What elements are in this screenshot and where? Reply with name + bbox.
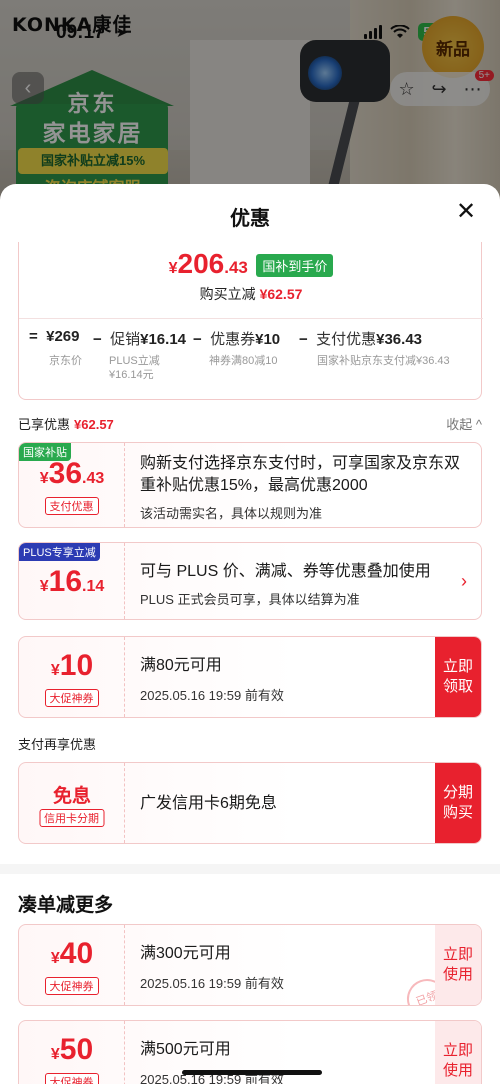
calc-value: ¥36.43 xyxy=(376,331,423,348)
card-pill: 支付优惠 xyxy=(44,497,99,515)
card-left: PLUS专享立减 ¥16.14 xyxy=(19,543,125,619)
amount-yen: ¥ xyxy=(50,662,60,679)
section-divider xyxy=(0,864,500,874)
calc-value: ¥10 xyxy=(255,331,281,348)
calc-label: 支付优惠 xyxy=(316,331,377,348)
enjoyed-amount: ¥62.57 xyxy=(74,417,114,432)
calc-op: = xyxy=(29,328,38,345)
card-amount: ¥50 xyxy=(19,1033,125,1067)
calc-pay: − 支付优惠¥36.43 xyxy=(299,328,422,349)
card-sub: PLUS 正式会员可享，具体以结算为准 xyxy=(140,592,360,607)
final-price-row: ¥206.43 国补到手价 xyxy=(19,248,483,280)
card-pill: 大促神券 xyxy=(44,977,99,995)
amount-dec: .14 xyxy=(82,578,105,595)
calc-op: − xyxy=(193,331,202,348)
installment-button[interactable]: 分期 购买 xyxy=(435,763,481,843)
enjoyed-label: 已享优惠 xyxy=(18,417,71,432)
card-amount: ¥16.14 xyxy=(19,565,125,599)
amount-int: 50 xyxy=(59,1033,94,1066)
plus-card[interactable]: PLUS专享立减 ¥16.14 可与 PLUS 价、满减、券等优惠叠加使用 PL… xyxy=(18,542,482,620)
calc-jd-price: = ¥269 xyxy=(29,328,79,345)
more-coupon-card[interactable]: ¥40 大促神券 满300元可用 2025.05.16 19:59 前有效 已领… xyxy=(18,924,482,1006)
subsidy-card[interactable]: 国家补贴 ¥36.43 支付优惠 购新支付选择京东支付时，可享国家及京东双重补贴… xyxy=(18,442,482,528)
coupon-card[interactable]: ¥10 大促神券 满80元可用 2025.05.16 19:59 前有效 立即 … xyxy=(18,636,482,718)
use-button[interactable]: 立即 使用 xyxy=(435,1021,481,1084)
card-left: 免息 信用卡分期 xyxy=(19,763,125,843)
final-price-yen: ¥ xyxy=(168,260,178,277)
calc-promo: − 促销¥16.14 xyxy=(93,328,186,349)
price-summary: ¥206.43 国补到手价 购买立减 ¥62.57 = ¥269 京东价 − 促销… xyxy=(18,242,483,400)
save-label: 购买立减 xyxy=(199,286,256,302)
calc-sub: PLUS立减 ¥16.14元 xyxy=(109,355,160,381)
card-pill: 大促神券 xyxy=(44,689,99,707)
amount-int: 36 xyxy=(48,457,83,490)
calc-value: ¥269 xyxy=(46,328,80,345)
card-sub: 2025.05.16 19:59 前有效 xyxy=(140,976,284,991)
installment-card[interactable]: 免息 信用卡分期 广发信用卡6期免息 分期 购买 xyxy=(18,762,482,844)
home-indicator[interactable] xyxy=(182,1070,322,1075)
calc-sub: 京东价 xyxy=(49,355,82,367)
card-text: 广发信用卡6期免息 xyxy=(140,795,277,812)
card-sub: 该活动需实名，具体以规则为准 xyxy=(140,506,323,521)
amount-dec: .43 xyxy=(82,470,105,487)
save-row: 购买立减 ¥62.57 xyxy=(19,284,483,304)
final-price-int: 206 xyxy=(177,248,225,279)
card-text: 满500元可用 xyxy=(140,1041,231,1058)
divider xyxy=(19,318,483,319)
chevron-right-icon[interactable]: › xyxy=(461,571,467,592)
collapse-button[interactable]: 收起 ^ xyxy=(446,414,482,433)
card-sub: 2025.05.16 19:59 前有效 xyxy=(140,688,284,703)
card-amount: ¥40 xyxy=(19,937,125,971)
pay-section-text: 支付再享优惠 xyxy=(18,737,97,752)
amount-yen: ¥ xyxy=(50,950,60,967)
claim-button[interactable]: 立即 领取 xyxy=(435,637,481,717)
card-text: 满80元可用 xyxy=(140,657,222,674)
card-amount: ¥36.43 xyxy=(19,457,125,491)
card-text: 可与 PLUS 价、满减、券等优惠叠加使用 xyxy=(140,563,431,580)
calc-value: ¥16.14 xyxy=(140,331,187,348)
amount-int: 40 xyxy=(59,937,94,970)
card-left: ¥40 大促神券 xyxy=(19,925,125,1005)
use-button[interactable]: 立即 使用 xyxy=(435,925,481,1005)
calc-label: 优惠券 xyxy=(210,331,256,348)
amount-int: 10 xyxy=(59,649,94,682)
card-amount: ¥10 xyxy=(19,649,125,683)
price-tag: 国补到手价 xyxy=(256,254,334,277)
card-left: ¥10 大促神券 xyxy=(19,637,125,717)
final-price: ¥206.43 xyxy=(169,248,248,280)
save-amount: ¥62.57 xyxy=(259,286,303,302)
calc-coupon: − 优惠券¥10 xyxy=(193,328,280,349)
card-left: 国家补贴 ¥36.43 支付优惠 xyxy=(19,443,125,527)
amount-yen: ¥ xyxy=(39,578,49,595)
calc-sub: 国家补贴京东支付减¥36.43 xyxy=(317,355,450,367)
card-left: ¥50 大促神券 xyxy=(19,1021,125,1084)
amount-yen: ¥ xyxy=(39,470,49,487)
card-pill: 信用卡分期 xyxy=(39,809,104,827)
calc-sub: 神券满80减10 xyxy=(209,355,278,367)
pay-section-label: 支付再享优惠 xyxy=(18,734,482,753)
enjoyed-row: 已享优惠 ¥62.57 收起 ^ xyxy=(18,414,482,433)
card-pill: 大促神券 xyxy=(44,1073,99,1084)
calc-op: − xyxy=(299,331,308,348)
amount-yen: ¥ xyxy=(50,1046,60,1063)
sheet-title: 优惠 xyxy=(230,208,270,230)
card-text: 满300元可用 xyxy=(140,945,231,962)
card-text: 购新支付选择京东支付时，可享国家及京东双重补贴优惠15%，最高优惠2000 xyxy=(140,455,461,494)
card-corner-tag: PLUS专享立减 xyxy=(19,543,100,561)
close-icon[interactable]: ✕ xyxy=(454,200,478,224)
discount-sheet: 优惠 ✕ ¥206.43 国补到手价 购买立减 ¥62.57 = ¥269 京东价… xyxy=(0,184,500,1084)
calc-op: − xyxy=(93,331,102,348)
more-title: 凑单减更多 xyxy=(18,895,114,916)
calc-label: 促销 xyxy=(110,331,141,348)
installment-title: 免息 xyxy=(52,786,91,807)
final-price-dec: .43 xyxy=(224,258,248,277)
amount-int: 16 xyxy=(48,565,83,598)
